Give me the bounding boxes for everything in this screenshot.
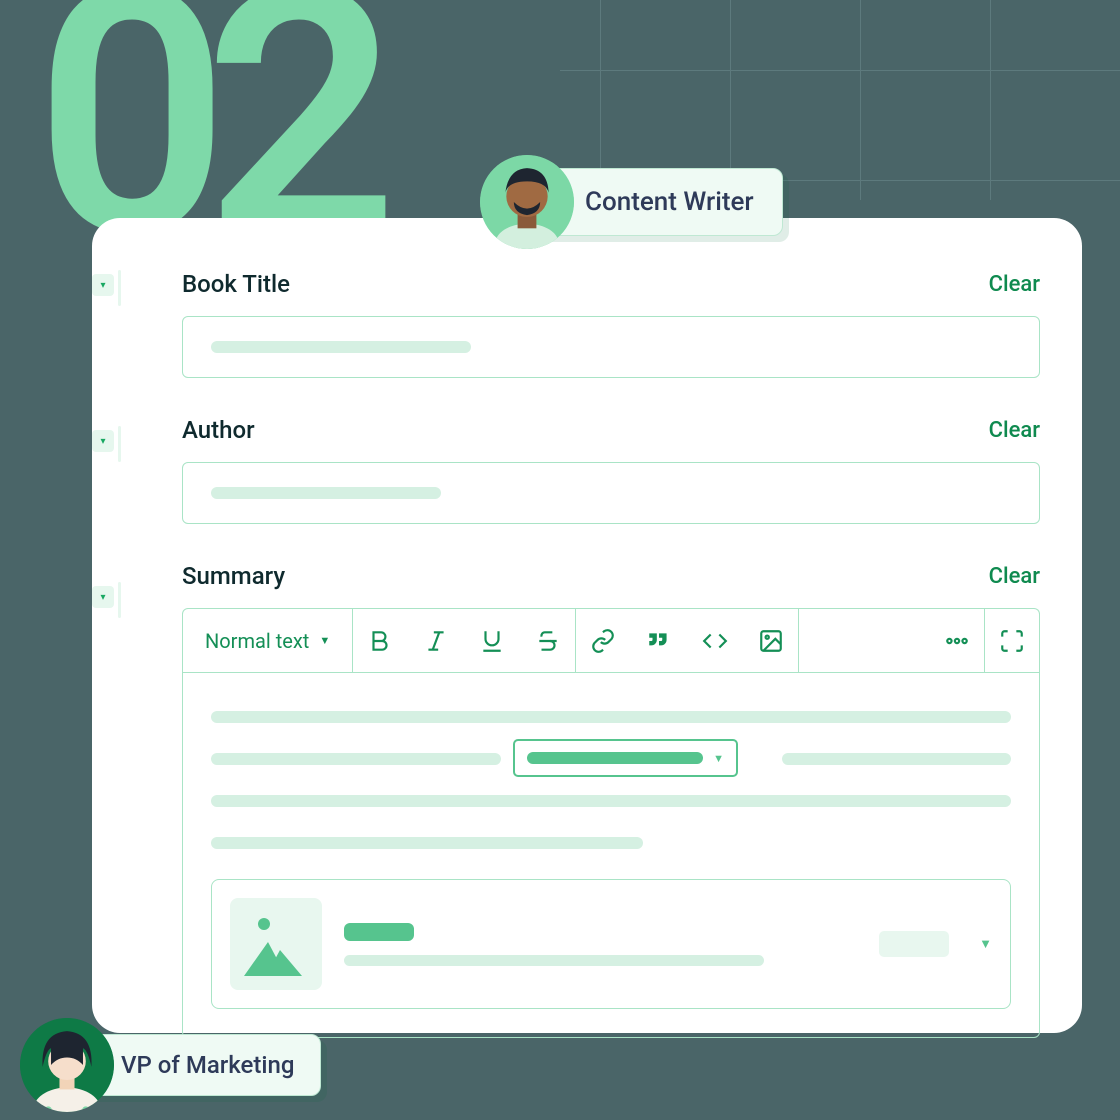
more-button[interactable] — [944, 628, 970, 654]
collapse-toggle[interactable]: ▾ — [92, 274, 114, 296]
strikethrough-button[interactable] — [535, 628, 561, 654]
italic-button[interactable] — [423, 628, 449, 654]
input-placeholder-skeleton — [211, 487, 441, 499]
collapse-toggle[interactable]: ▾ — [92, 430, 114, 452]
field-label: Author — [182, 416, 255, 444]
content-skeleton — [211, 795, 1011, 807]
form-panel: ▾ ▾ ▾ Book Title Clear Author Clear — [92, 218, 1082, 1033]
clear-button[interactable]: Clear — [989, 418, 1040, 443]
chevron-down-icon[interactable]: ▼ — [979, 936, 992, 952]
text-style-label: Normal text — [205, 629, 309, 653]
author-input[interactable] — [182, 462, 1040, 524]
inline-select[interactable]: ▼ — [513, 739, 738, 777]
field-book-title: Book Title Clear — [182, 270, 1040, 378]
avatar — [20, 1018, 114, 1112]
collapse-toggle[interactable]: ▾ — [92, 586, 114, 608]
avatar — [480, 155, 574, 249]
chevron-down-icon: ▼ — [319, 634, 330, 647]
clear-button[interactable]: Clear — [989, 272, 1040, 297]
book-title-input[interactable] — [182, 316, 1040, 378]
richtext-toolbar: Normal text ▼ — [182, 608, 1040, 672]
field-summary: Summary Clear Normal text ▼ — [182, 562, 1040, 1038]
quote-button[interactable] — [646, 628, 672, 654]
media-subtitle-skeleton — [344, 955, 764, 966]
field-label: Book Title — [182, 270, 290, 298]
image-button[interactable] — [758, 628, 784, 654]
content-skeleton — [782, 753, 1011, 765]
underline-button[interactable] — [479, 628, 505, 654]
chevron-down-icon: ▼ — [713, 752, 724, 765]
media-title-skeleton — [344, 923, 414, 941]
field-label: Summary — [182, 562, 285, 590]
content-skeleton — [211, 837, 643, 849]
richtext-editor[interactable]: ▼ ▼ — [182, 672, 1040, 1038]
input-placeholder-skeleton — [211, 341, 471, 353]
role-badge-vp-marketing: VP of Marketing — [20, 1018, 321, 1112]
clear-button[interactable]: Clear — [989, 564, 1040, 589]
select-value-skeleton — [527, 752, 703, 764]
text-style-dropdown[interactable]: Normal text ▼ — [197, 629, 338, 653]
image-icon — [230, 898, 322, 990]
field-author: Author Clear — [182, 416, 1040, 524]
code-button[interactable] — [702, 628, 728, 654]
content-skeleton — [211, 753, 501, 765]
role-badge-content-writer: Content Writer — [480, 155, 783, 249]
content-skeleton — [211, 711, 1011, 723]
media-attachment[interactable]: ▼ — [211, 879, 1011, 1009]
bold-button[interactable] — [367, 628, 393, 654]
media-meta — [344, 923, 857, 966]
fullscreen-button[interactable] — [999, 628, 1025, 654]
media-action-button[interactable] — [879, 931, 949, 957]
link-button[interactable] — [590, 628, 616, 654]
